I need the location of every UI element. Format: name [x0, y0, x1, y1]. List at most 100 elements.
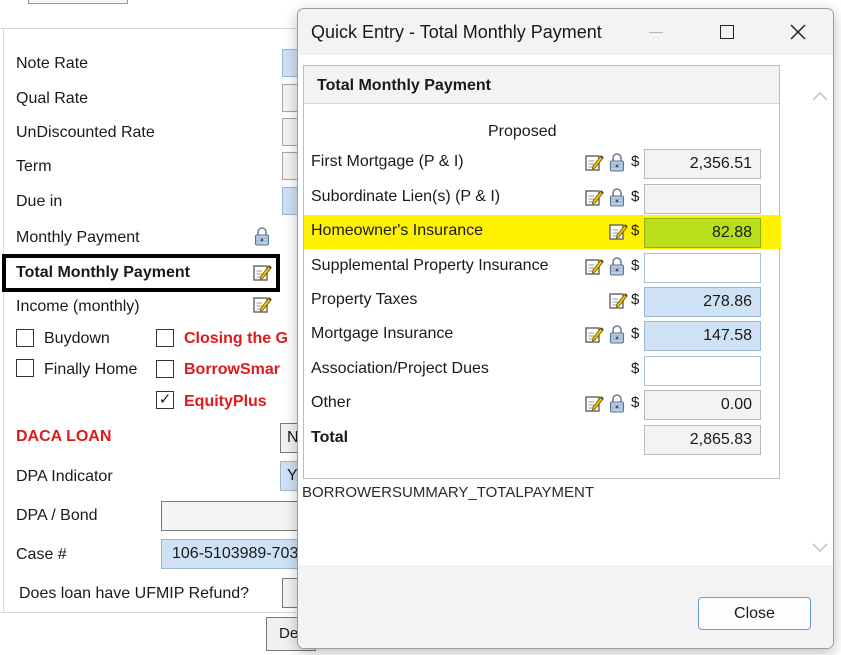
currency-symbol: $ — [631, 188, 640, 205]
lock-icon[interactable] — [607, 187, 627, 207]
supplemental-property-insurance-label: Supplemental Property Insurance — [311, 257, 549, 274]
association-dues-row: Association/Project Dues $ — [304, 353, 781, 387]
borrowsmart-checkbox[interactable] — [156, 360, 174, 378]
currency-symbol: $ — [631, 153, 640, 170]
minimize-button[interactable] — [633, 9, 679, 55]
buydown-checkbox[interactable] — [16, 329, 34, 347]
supplemental-property-insurance-input[interactable] — [644, 253, 761, 283]
lock-icon[interactable] — [607, 393, 627, 413]
undiscounted-rate-label: UnDiscounted Rate — [16, 124, 155, 141]
property-taxes-input[interactable]: 278.86 — [644, 287, 761, 317]
income-monthly-label: Income (monthly) — [16, 298, 140, 315]
currency-symbol: $ — [631, 325, 640, 342]
other-row: Other $ 0.00 — [304, 387, 781, 421]
association-dues-input[interactable] — [644, 356, 761, 386]
dpa-bond-field[interactable] — [161, 501, 306, 531]
daca-loan-label: DACA LOAN — [16, 428, 112, 445]
proposed-column-header: Proposed — [488, 123, 557, 140]
property-taxes-label: Property Taxes — [311, 291, 418, 308]
edit-note-icon[interactable] — [252, 294, 272, 314]
currency-symbol: $ — [631, 291, 640, 308]
term-label: Term — [16, 158, 52, 175]
edit-note-icon[interactable] — [584, 256, 604, 276]
mortgage-insurance-row: Mortgage Insurance $ 147.58 — [304, 318, 781, 352]
edit-note-icon[interactable] — [584, 152, 604, 172]
maximize-icon — [720, 25, 734, 39]
note-rate-label: Note Rate — [16, 55, 89, 72]
finally-home-checkbox[interactable] — [16, 359, 34, 377]
scroll-up-icon[interactable] — [812, 89, 828, 105]
close-icon — [790, 24, 806, 40]
close-window-button[interactable] — [775, 9, 821, 55]
currency-symbol: $ — [631, 257, 640, 274]
divider — [0, 612, 300, 613]
monthly-payment-label: Monthly Payment — [16, 229, 140, 246]
total-label: Total — [311, 429, 349, 446]
subordinate-lien-row: Subordinate Lien(s) (P & I) $ — [304, 181, 781, 215]
dialog-footer: Close — [298, 565, 833, 648]
title-bar[interactable]: Quick Entry - Total Monthly Payment — [298, 9, 833, 55]
vertical-scrollbar[interactable] — [806, 55, 833, 565]
first-mortgage-row: First Mortgage (P & I) $ 2,356.51 — [304, 146, 781, 180]
edit-note-icon[interactable] — [252, 262, 272, 282]
total-monthly-payment-panel: Total Monthly Payment Proposed First Mor… — [303, 65, 781, 479]
total-monthly-payment-outline: Total Monthly Payment — [2, 254, 280, 292]
case-number-field[interactable]: 106-5103989-703 — [161, 539, 306, 569]
equityplus-label: EquityPlus — [184, 393, 267, 410]
subordinate-lien-value — [644, 184, 761, 214]
edit-note-icon[interactable] — [608, 290, 628, 310]
association-dues-label: Association/Project Dues — [311, 360, 489, 377]
homeowners-insurance-input[interactable]: 82.88 — [644, 218, 761, 248]
edit-note-icon[interactable] — [608, 221, 628, 241]
case-number-label: Case # — [16, 546, 67, 563]
dialog-title: Quick Entry - Total Monthly Payment — [311, 22, 602, 42]
top-partial-field[interactable] — [28, 0, 128, 4]
mortgage-insurance-label: Mortgage Insurance — [311, 325, 454, 342]
lock-icon[interactable] — [607, 324, 627, 344]
edit-note-icon[interactable] — [584, 187, 604, 207]
lock-icon[interactable] — [607, 152, 627, 172]
mortgage-insurance-input[interactable]: 147.58 — [644, 321, 761, 351]
lock-icon[interactable] — [607, 256, 627, 276]
minimize-icon — [649, 31, 663, 33]
maximize-button[interactable] — [704, 9, 750, 55]
close-button[interactable]: Close — [698, 597, 811, 630]
finally-home-label: Finally Home — [44, 361, 138, 378]
first-mortgage-label: First Mortgage (P & I) — [311, 153, 464, 170]
subordinate-lien-label: Subordinate Lien(s) (P & I) — [311, 188, 501, 205]
supplemental-property-insurance-row: Supplemental Property Insurance $ — [304, 250, 781, 284]
edit-note-icon[interactable] — [584, 324, 604, 344]
check-mark-icon: ✓ — [158, 391, 172, 408]
scroll-down-icon[interactable] — [812, 539, 828, 555]
currency-symbol: $ — [631, 394, 640, 411]
due-in-label: Due in — [16, 193, 63, 210]
quick-entry-dialog: Quick Entry - Total Monthly Payment Tota… — [297, 8, 834, 649]
homeowners-insurance-row: Homeowner's Insurance $ 82.88 — [304, 215, 781, 249]
total-monthly-payment-label: Total Monthly Payment — [16, 264, 190, 281]
field-identifier: BORROWERSUMMARY_TOTALPAYMENT — [302, 484, 594, 501]
other-label: Other — [311, 394, 352, 411]
total-row: Total 2,865.83 — [304, 422, 781, 456]
dpa-indicator-label: DPA Indicator — [16, 468, 113, 485]
currency-symbol: $ — [631, 360, 640, 377]
homeowners-insurance-label: Homeowner's Insurance — [311, 222, 484, 239]
property-taxes-row: Property Taxes $ 278.86 — [304, 284, 781, 318]
borrowsmart-label: BorrowSmar — [184, 361, 281, 378]
qual-rate-label: Qual Rate — [16, 90, 89, 107]
edit-note-icon[interactable] — [584, 393, 604, 413]
closing-the-gap-checkbox[interactable] — [156, 329, 174, 347]
other-value: 0.00 — [644, 390, 761, 420]
divider — [0, 28, 300, 29]
lock-icon[interactable] — [252, 226, 272, 246]
divider — [3, 28, 4, 613]
ufmip-refund-label: Does loan have UFMIP Refund? — [19, 585, 250, 602]
dpa-bond-label: DPA / Bond — [16, 507, 98, 524]
currency-symbol: $ — [631, 222, 640, 239]
buydown-label: Buydown — [44, 330, 110, 347]
closing-the-gap-label: Closing the G — [184, 330, 288, 347]
total-value: 2,865.83 — [644, 425, 761, 455]
panel-title: Total Monthly Payment — [317, 77, 491, 94]
equityplus-checkbox[interactable]: ✓ — [156, 391, 174, 409]
first-mortgage-value: 2,356.51 — [644, 149, 761, 179]
panel-header: Total Monthly Payment — [304, 66, 779, 104]
